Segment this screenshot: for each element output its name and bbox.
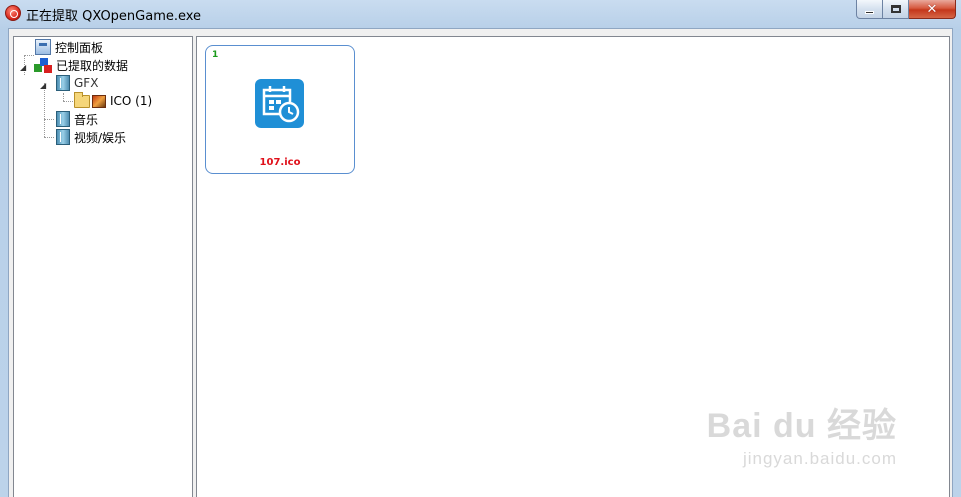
content-view[interactable]: 1 107.ico Bai du 经验 jingyan.baidu.com (196, 36, 950, 497)
expand-arrow-icon[interactable]: ◢ (40, 81, 46, 90)
tree-item-video[interactable]: 视频/娱乐 (56, 128, 126, 146)
book-icon (56, 75, 70, 91)
minimize-button[interactable] (856, 0, 883, 19)
thumbnail-card[interactable]: 1 107.ico (205, 45, 355, 174)
music-icon (56, 111, 70, 127)
tree-item-control-panel[interactable]: 控制面板 (35, 38, 103, 56)
thumbnail-index: 1 (212, 50, 219, 60)
image-icon (92, 94, 106, 108)
tree-connector (24, 55, 34, 56)
app-logo-icon (5, 5, 21, 21)
title-bar[interactable]: 正在提取 QXOpenGame.exe ✕ (0, 0, 961, 28)
maximize-button[interactable] (883, 0, 909, 19)
expand-arrow-icon[interactable]: ◢ (20, 63, 26, 72)
minimize-icon (865, 10, 874, 14)
close-button[interactable]: ✕ (909, 0, 956, 19)
tree-connector (63, 93, 64, 101)
close-icon: ✕ (926, 1, 938, 17)
caption-buttons: ✕ (856, 0, 956, 19)
tree-item-ico[interactable]: ICO (1) (74, 91, 152, 110)
watermark: Bai du 经验 jingyan.baidu.com (707, 398, 897, 469)
tree-item-gfx[interactable]: GFX (56, 74, 98, 92)
thumbnail-filename: 107.ico (259, 157, 301, 168)
watermark-brand: Bai du 经验 (706, 407, 897, 445)
tree-item-music[interactable]: 音乐 (56, 110, 98, 128)
maximize-icon (890, 5, 901, 13)
control-panel-icon (35, 39, 51, 55)
client-area: ◢ ◢ 控制面板 已提取的数据 GFX ICO (1) 音乐 视频/娱乐 1 1… (8, 28, 953, 497)
tree-item-extracted-data[interactable]: 已提取的数据 (34, 56, 128, 74)
tree-connector (44, 137, 54, 138)
calendar-clock-icon (255, 79, 304, 128)
app-window: 正在提取 QXOpenGame.exe ✕ ◢ ◢ 控制面板 已提取的数据 GF… (0, 0, 961, 497)
tree-connector (63, 101, 73, 102)
video-icon (56, 129, 70, 145)
folder-icon (74, 91, 90, 108)
watermark-url: jingyan.baidu.com (742, 449, 897, 468)
tree-connector (44, 119, 54, 120)
tree-connector (44, 83, 45, 137)
window-title: 正在提取 QXOpenGame.exe (26, 9, 202, 24)
tree-view[interactable]: ◢ ◢ 控制面板 已提取的数据 GFX ICO (1) 音乐 视频/娱乐 (13, 36, 193, 497)
extracted-data-icon (34, 57, 52, 73)
